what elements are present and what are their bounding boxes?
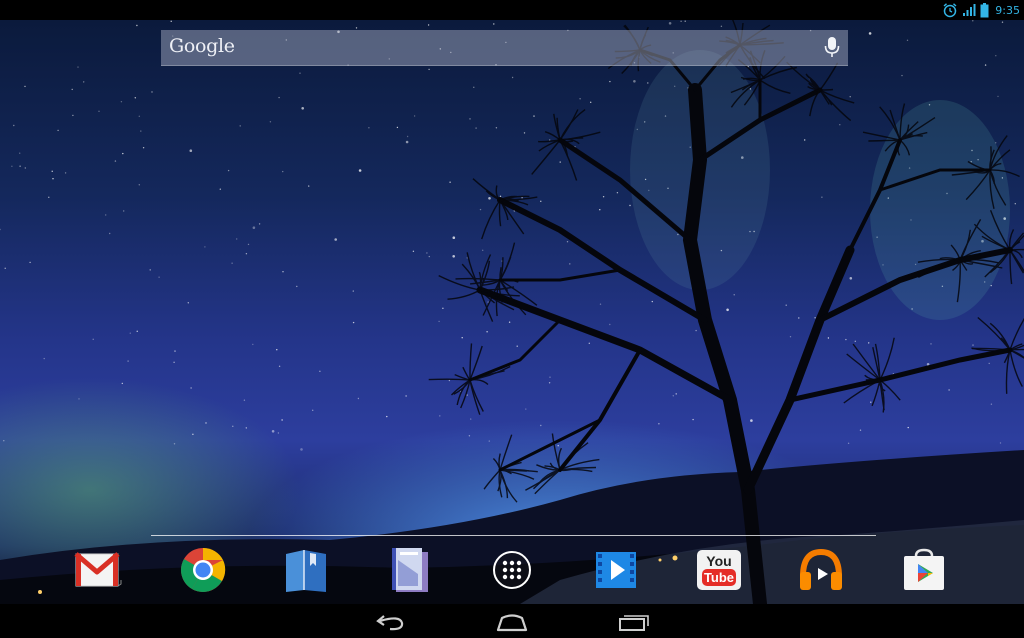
- recents-icon[interactable]: [614, 610, 654, 632]
- google-logo: Google: [169, 35, 235, 57]
- wallpaper-art: [0, 20, 1024, 604]
- battery-icon: [980, 2, 989, 17]
- gmail-icon[interactable]: [74, 546, 122, 594]
- books-icon[interactable]: [282, 546, 330, 594]
- magazines-icon[interactable]: [386, 546, 434, 594]
- wallpaper: [0, 20, 1024, 604]
- alarm-icon: [943, 3, 957, 18]
- back-icon[interactable]: [370, 610, 410, 632]
- youtube-icon[interactable]: You Tube: [695, 546, 743, 594]
- music-icon[interactable]: [797, 546, 845, 594]
- navigation-bar: [0, 604, 1024, 638]
- svg-text:You: You: [706, 553, 731, 569]
- chrome-icon[interactable]: [179, 546, 227, 594]
- status-time: 9:35: [995, 3, 1020, 17]
- home-icon[interactable]: [492, 610, 532, 632]
- google-search-bar[interactable]: Google: [161, 30, 848, 66]
- status-bar: 9:35: [0, 0, 1024, 20]
- home-screen: 9:35 Google You Tube: [0, 0, 1024, 638]
- svg-text:Tube: Tube: [704, 570, 734, 585]
- dock-divider: [151, 535, 876, 536]
- movies-icon[interactable]: [592, 546, 640, 594]
- app-drawer-icon[interactable]: [488, 546, 536, 594]
- signal-icon: [963, 4, 976, 16]
- play-store-icon[interactable]: [900, 546, 948, 594]
- status-icons: 9:35: [942, 1, 1020, 19]
- mic-icon[interactable]: [824, 36, 840, 60]
